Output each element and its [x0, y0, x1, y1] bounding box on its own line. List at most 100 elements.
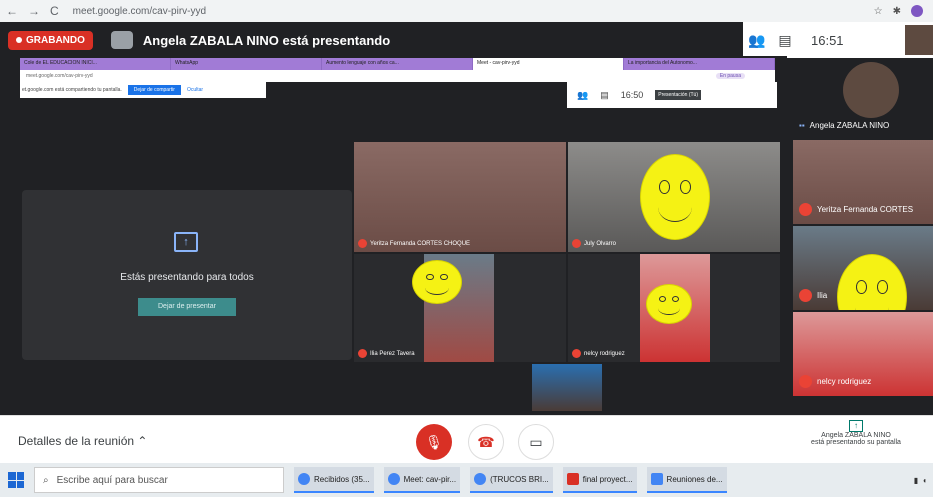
presenter-note[interactable]: ↑ Angela ZABALA NINO está presentando su…	[791, 420, 921, 446]
present-screen-icon: ↑	[174, 232, 198, 252]
back-arrow-icon[interactable]: ←	[6, 4, 18, 18]
camera-toggle-button[interactable]: ▭	[518, 424, 554, 460]
mic-off-icon	[572, 349, 581, 358]
inner-presentation-badge: Presentación (Tú)	[655, 90, 702, 100]
meeting-details-label: Detalles de la reunión	[18, 434, 135, 448]
chrome-icon	[298, 473, 310, 485]
mic-off-icon	[358, 349, 367, 358]
inner-url-text: meet.google.com/cav-pirv-yyd	[26, 73, 93, 79]
sidebar-participant-name: Yeritza Fernanda CORTES	[799, 203, 913, 216]
share-notice-bar: et.google.com está compartiendo tu panta…	[20, 82, 266, 98]
sidebar-tile: Ilia	[793, 226, 933, 310]
inner-tab: WhatsApp	[171, 58, 322, 70]
recording-label: GRABANDO	[26, 34, 85, 46]
mic-off-icon	[799, 203, 812, 216]
participant-name: Ilia Perez Tavera	[358, 349, 415, 358]
presenter-note-name: Angela ZABALA NINO	[821, 432, 891, 439]
chevron-up-icon: ⌃	[137, 434, 148, 448]
chrome-icon	[474, 473, 487, 485]
meet-top-right: 👥 ▤ 16:51	[743, 22, 933, 58]
speaking-icon: ▪▪	[799, 121, 805, 130]
present-screen-icon: ↑	[849, 420, 863, 432]
taskbar-item[interactable]: Recibidos (35...	[294, 467, 374, 493]
windows-taskbar: ⌕ Escribe aquí para buscar Recibidos (35…	[0, 463, 933, 497]
search-icon: ⌕	[43, 474, 49, 486]
sidebar-tile-presenter: ▪▪ Angela ZABALA NINO	[793, 58, 933, 138]
video-camera-icon: ▭	[529, 433, 543, 450]
self-view-thumbnail[interactable]	[905, 25, 933, 55]
profile-avatar[interactable]	[911, 5, 923, 17]
participant-name: Yeritza Fernanda CORTES CHOQUE	[358, 239, 470, 248]
taskbar-search-placeholder: Escribe aquí para buscar	[56, 474, 168, 486]
smiley-overlay	[646, 284, 692, 324]
participant-tile: nelcy rodriguez	[568, 254, 780, 362]
taskbar-item[interactable]: Reuniones de...	[646, 467, 727, 493]
extension-icon[interactable]: ✱	[893, 6, 901, 17]
meet-stage: GRABANDO Angela ZABALA NINO está present…	[0, 22, 933, 415]
people-icon[interactable]: 👥	[743, 32, 771, 49]
inner-tab-strip: Cole de EL EDUCACION INICI... WhatsApp A…	[20, 58, 775, 70]
presenting-text: Estás presentando para todos	[120, 272, 254, 283]
address-bar[interactable]: meet.google.com/cav-pirv-yyd	[73, 6, 206, 17]
inner-time: 16:50	[620, 90, 644, 100]
meeting-details-button[interactable]: Detalles de la reunión ⌃	[18, 434, 147, 448]
hang-up-icon: ☎	[477, 433, 495, 450]
browser-actions: ☆ ✱	[874, 5, 923, 17]
recording-badge: GRABANDO	[8, 30, 93, 50]
chrome-icon	[387, 473, 400, 485]
inner-paused-badge: En pausa	[715, 73, 745, 79]
presenting-title: Angela ZABALA NINO está presentando	[142, 32, 391, 48]
inner-stop-share-button: Dejar de compartir	[127, 85, 181, 95]
microphone-toggle-button[interactable]: 🎙	[416, 424, 452, 460]
powerpoint-icon	[566, 473, 579, 485]
participant-tile: Yeritza Fernanda CORTES CHOQUE	[354, 142, 566, 252]
sidebar-participant-name: Ilia	[799, 289, 827, 302]
windows-start-icon[interactable]	[8, 472, 24, 488]
inner-people-icon: 👥	[577, 89, 589, 100]
sidebar-tile: Yeritza Fernanda CORTES	[793, 140, 933, 224]
inner-tab: Aumento lenguaje con años ca...	[322, 58, 473, 70]
forward-arrow-icon[interactable]: →	[28, 4, 40, 18]
recording-dot-icon	[16, 37, 22, 43]
mic-off-icon	[572, 239, 581, 248]
inner-tab: Meet - cav-pirv-yyd	[473, 58, 624, 70]
leave-call-button[interactable]: ☎	[468, 424, 504, 460]
meeting-controls: Detalles de la reunión ⌃ 🎙 ☎ ▭ ↑ Angela …	[0, 415, 933, 463]
browser-toolbar: ← → C meet.google.com/cav-pirv-yyd ☆ ✱	[0, 0, 933, 22]
browser-nav: ← → C	[6, 4, 59, 18]
smiley-overlay	[837, 254, 907, 310]
teams-icon	[650, 473, 663, 485]
presenting-panel: ↑ Estás presentando para todos Dejar de …	[22, 190, 352, 360]
participant-tile	[532, 364, 602, 411]
taskbar-item[interactable]: (TRUCOS BRI...	[470, 467, 553, 493]
shared-screen: Cole de EL EDUCACION INICI... WhatsApp A…	[12, 56, 787, 411]
inner-address-bar: meet.google.com/cav-pirv-yyd En pausa	[20, 70, 775, 82]
mic-off-icon	[799, 289, 812, 302]
mic-off-icon: 🎙	[425, 433, 443, 450]
stop-presenting-button: Dejar de presentar	[138, 298, 236, 316]
sidebar-participant-name: nelcy rodriguez	[799, 375, 871, 388]
presenter-avatar	[110, 31, 133, 49]
inner-hide-button: Ocultar	[186, 87, 204, 93]
chat-icon[interactable]: ▤	[771, 32, 799, 49]
mic-off-icon	[358, 239, 367, 248]
inner-tab: Cole de EL EDUCACION INICI...	[20, 58, 171, 70]
participant-tile: Ilia Perez Tavera	[354, 254, 566, 362]
inner-meet-top-right: 👥 ▤ 16:50 Presentación (Tú)	[567, 82, 777, 108]
volume-icon[interactable]: ◖	[922, 476, 927, 485]
participant-tile: July Olvarro	[568, 142, 780, 252]
sidebar-participant-name: ▪▪ Angela ZABALA NINO	[799, 121, 890, 130]
mic-off-icon	[799, 375, 812, 388]
star-icon[interactable]: ☆	[874, 6, 883, 17]
presenter-note-sub: está presentando su pantalla	[811, 439, 901, 446]
reload-icon[interactable]: C	[50, 4, 59, 18]
taskbar-item[interactable]: Meet: cav-pir...	[383, 467, 461, 493]
smiley-overlay	[640, 154, 710, 240]
network-icon[interactable]: ▮	[914, 476, 918, 485]
participant-name: nelcy rodriguez	[572, 349, 625, 358]
meeting-time: 16:51	[811, 32, 844, 48]
sidebar-tile: nelcy rodriguez	[793, 312, 933, 396]
share-notice-text: et.google.com está compartiendo tu panta…	[22, 87, 122, 93]
taskbar-search[interactable]: ⌕ Escribe aquí para buscar	[34, 467, 284, 493]
taskbar-item[interactable]: final proyect...	[562, 467, 637, 493]
